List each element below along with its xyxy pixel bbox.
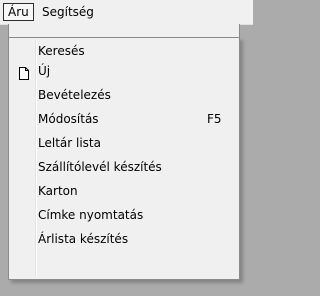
- menu-segitseg-label: Segítség: [42, 5, 94, 19]
- menu-item-uj[interactable]: Új: [9, 60, 239, 82]
- menu-item-karton[interactable]: Karton: [9, 180, 239, 202]
- menu-aru[interactable]: Áru: [3, 3, 34, 21]
- menu-item-label: Bevételezés: [38, 88, 111, 102]
- menu-item-arlista-keszites[interactable]: Árlista készítés: [9, 228, 239, 250]
- menu-item-label: Módosítás: [38, 112, 99, 126]
- menu-item-label: Szállítólevél készítés: [38, 160, 162, 174]
- menu-item-bevetelezes[interactable]: Bevételezés: [9, 84, 239, 106]
- dropdown-frame-top: [8, 24, 240, 37]
- menu-aru-label: Áru: [8, 5, 29, 19]
- menu-item-cimke-nyomtatas[interactable]: Címke nyomtatás: [9, 204, 239, 226]
- menu-item-label: Keresés: [38, 44, 85, 58]
- menu-item-label: Címke nyomtatás: [38, 208, 144, 222]
- menu-item-label: Leltár lista: [38, 136, 101, 150]
- new-document-icon: [18, 65, 30, 80]
- menu-segitseg[interactable]: Segítség: [38, 3, 98, 21]
- menu-item-label: Karton: [38, 184, 78, 198]
- menu-item-label: Új: [38, 64, 51, 78]
- menu-item-leltar-lista[interactable]: Leltár lista: [9, 132, 239, 154]
- aru-dropdown-menu: Keresés Új Bevételezés Módosítás F5 Lelt…: [8, 37, 240, 280]
- menu-item-shortcut: F5: [207, 112, 222, 126]
- menu-item-label: Árlista készítés: [38, 232, 129, 246]
- menu-item-szallitolevel-keszites[interactable]: Szállítólevél készítés: [9, 156, 239, 178]
- menu-item-modositas[interactable]: Módosítás F5: [9, 108, 239, 130]
- menu-item-kereses[interactable]: Keresés: [9, 40, 239, 62]
- menu-bar: Áru Segítség: [0, 0, 253, 25]
